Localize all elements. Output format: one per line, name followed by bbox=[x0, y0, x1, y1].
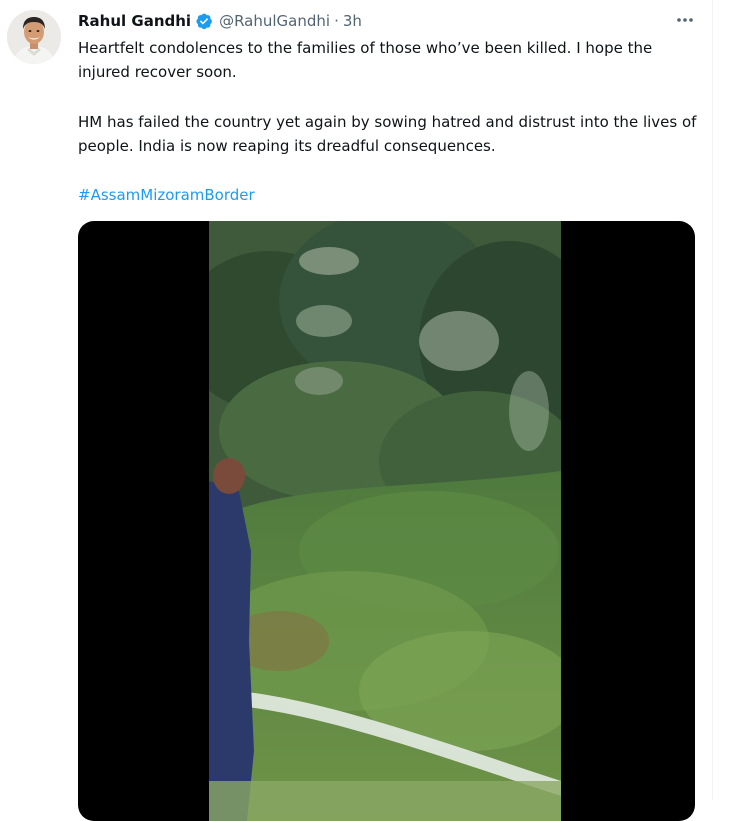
tweet-header: Rahul Gandhi @RahulGandhi · 3h bbox=[78, 10, 362, 32]
video-frame bbox=[209, 221, 561, 821]
video-player[interactable] bbox=[78, 221, 695, 821]
hashtag-link[interactable]: #AssamMizoramBorder bbox=[78, 183, 255, 207]
tweet-text-paragraph-1: Heartfelt condolences to the families of… bbox=[78, 39, 653, 81]
column-border bbox=[712, 0, 713, 800]
author-handle[interactable]: @RahulGandhi bbox=[219, 12, 330, 30]
tweet-card[interactable]: Rahul Gandhi @RahulGandhi · 3h Heartfelt… bbox=[0, 0, 731, 821]
tweet-text-paragraph-2: HM has failed the country yet again by s… bbox=[78, 113, 697, 155]
avatar[interactable] bbox=[7, 10, 61, 64]
avatar-photo bbox=[7, 10, 61, 64]
header-separator: · bbox=[334, 12, 339, 30]
author-name[interactable]: Rahul Gandhi bbox=[78, 12, 191, 30]
verified-badge-icon bbox=[195, 12, 213, 30]
tweet-timestamp[interactable]: 3h bbox=[343, 12, 362, 30]
video-still-image bbox=[209, 221, 561, 821]
more-options-icon[interactable] bbox=[673, 9, 697, 31]
